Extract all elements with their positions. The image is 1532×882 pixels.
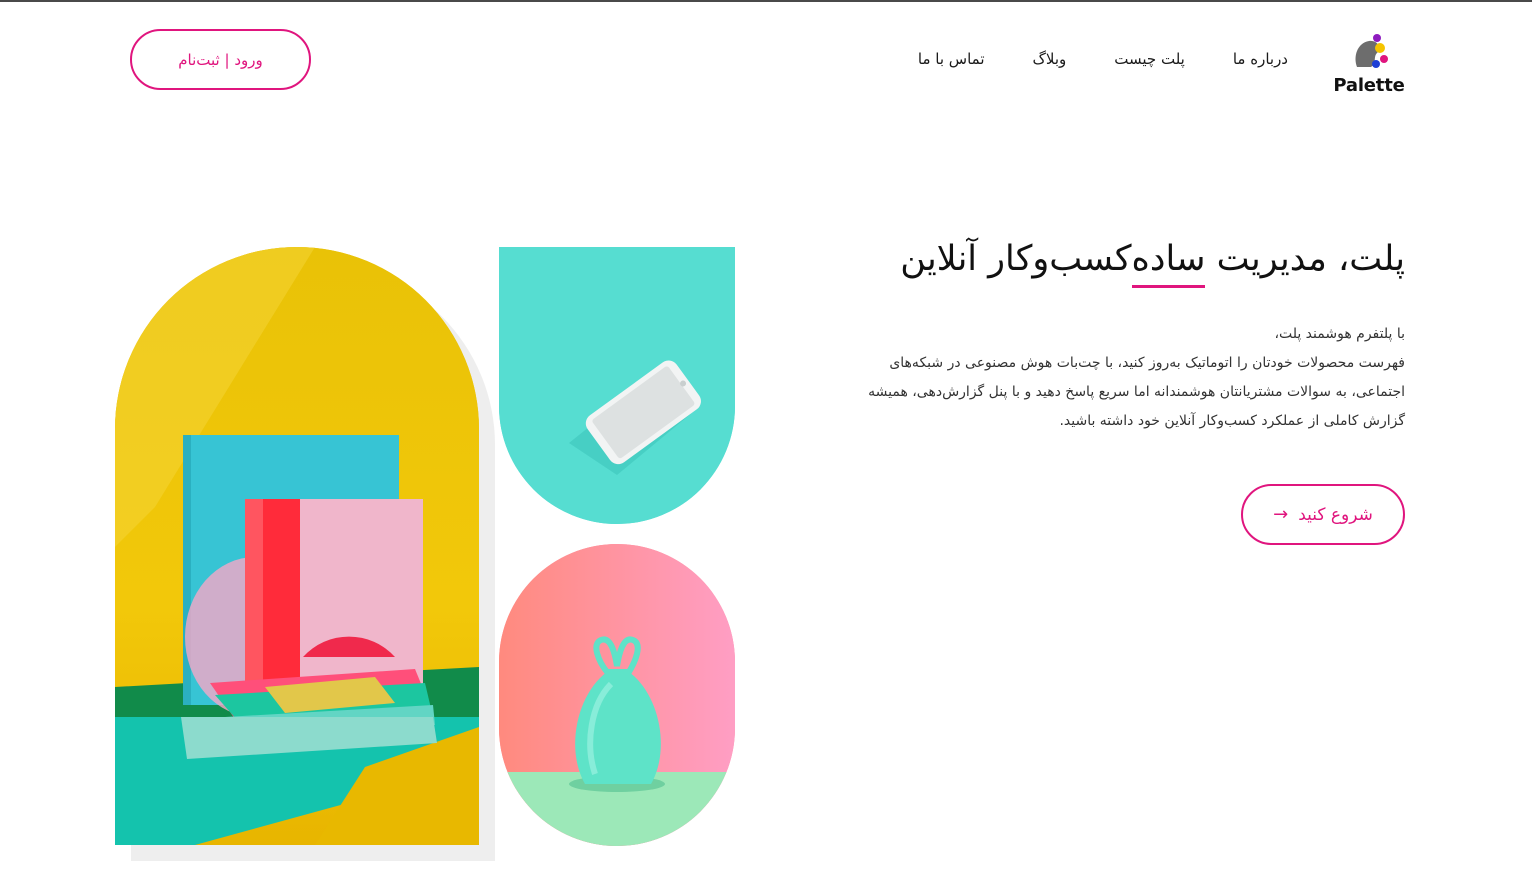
brand-logo[interactable]: Palette xyxy=(1330,33,1408,97)
hero-title-highlight: ساده xyxy=(1131,239,1206,288)
palette-logo-icon xyxy=(1355,34,1388,68)
hero-desc-line: فهرست محصولات خودتان را اتوماتیک به‌روز … xyxy=(889,355,1405,371)
hero-title-suffix: کسب‌وکار آنلاین xyxy=(900,239,1132,279)
books-image xyxy=(115,247,479,845)
hero-description: با پلتفرم هوشمند پلت، فهرست محصولات خودت… xyxy=(765,320,1405,436)
hero-title-prefix: پلت، مدیریت xyxy=(1205,239,1405,279)
start-button[interactable]: شروع کنید → xyxy=(1241,484,1405,545)
pouch-image xyxy=(499,544,735,846)
hero-desc-line: اجتماعی، به سوالات مشتریانتان هوشمندانه … xyxy=(868,384,1405,400)
top-border xyxy=(0,0,1532,2)
phone-image xyxy=(499,247,735,524)
main-nav: درباره ما پلت چیست وبلاگ تماس با ما xyxy=(918,50,1288,68)
brand-name: Palette xyxy=(1333,75,1405,96)
hero-title: پلت، مدیریت سادهکسب‌وکار آنلاین xyxy=(785,238,1405,288)
nav-item-what-is-palette[interactable]: پلت چیست xyxy=(1114,50,1185,68)
nav-item-contact[interactable]: تماس با ما xyxy=(918,50,985,68)
start-button-label: شروع کنید xyxy=(1298,504,1373,525)
nav-item-about[interactable]: درباره ما xyxy=(1233,50,1288,68)
hero-desc-line: با پلتفرم هوشمند پلت، xyxy=(1274,326,1405,342)
arrow-left-icon: → xyxy=(1273,503,1289,525)
hero-desc-line: گزارش کاملی از عملکرد کسب‌وکار آنلاین خو… xyxy=(1059,413,1405,429)
login-signup-button[interactable]: ورود | ثبت‌نام xyxy=(130,29,311,90)
nav-item-blog[interactable]: وبلاگ xyxy=(1033,50,1067,68)
